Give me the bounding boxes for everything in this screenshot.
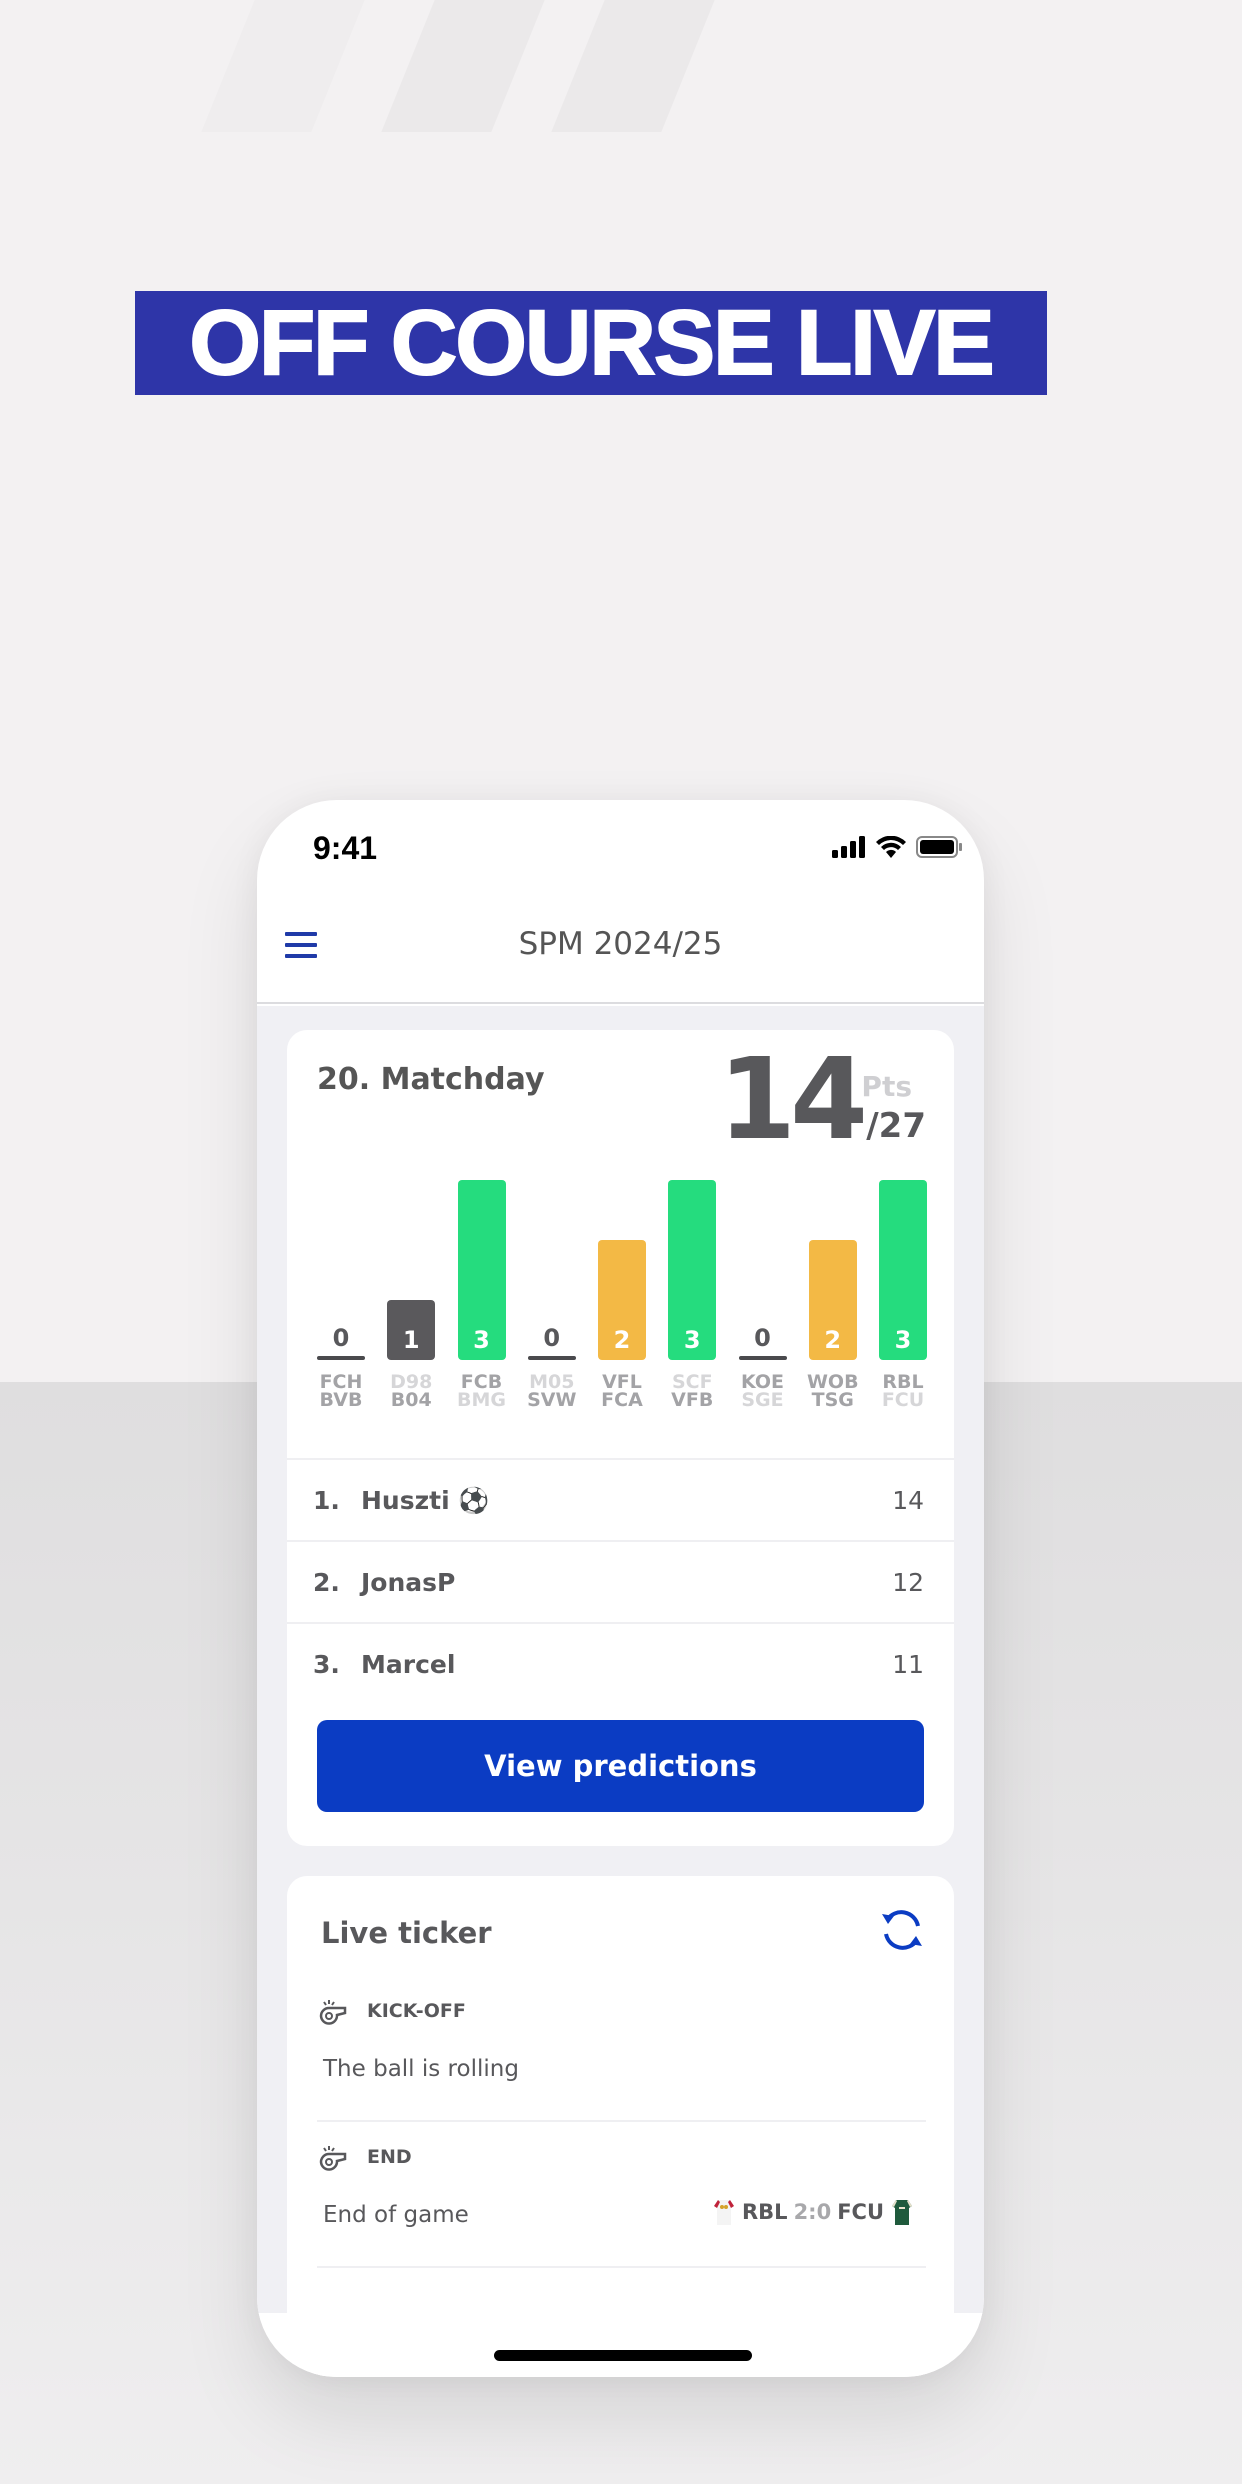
matchday-card: 20. Matchday 14 Pts /27 0 FCH BVB 1 D98 B04 3 F… <box>287 1030 954 1846</box>
ticker-event[interactable]: END End of game RBL 2:0 FCU <box>317 2122 926 2268</box>
status-time: 9:41 <box>313 830 378 866</box>
player-name: Marcel <box>361 1650 456 1679</box>
rank-number: 2. <box>313 1568 340 1597</box>
away-team-label: FCU <box>881 1389 925 1411</box>
signal-icon <box>832 836 865 858</box>
chart-bar: 2 <box>808 1240 857 1360</box>
ranking-row[interactable]: 2. JonasP 12 <box>287 1540 954 1622</box>
chart-bar: 3 <box>668 1180 717 1360</box>
away-team-label: SVW <box>527 1389 577 1411</box>
ticker-event[interactable]: KICK-OFF The ball is rolling <box>317 1976 926 2122</box>
brand-title: OFF COURSE LIVE <box>135 291 1047 395</box>
phone-frame: 9:41 SPM 2024/25 20. Matchday 14 Pts /27… <box>257 800 984 2377</box>
live-ticker-card: Live ticker KICK-OFF The ball is rolling E… <box>287 1876 954 2376</box>
event-type: KICK-OFF <box>367 2000 466 2022</box>
away-team-label: FCA <box>601 1389 643 1411</box>
rank-number: 3. <box>313 1650 340 1679</box>
chart-bar-label: 1 <box>402 1326 420 1354</box>
event-text: End of game <box>323 2202 469 2228</box>
chart-bar: 2 <box>598 1240 646 1360</box>
home-team: RBL <box>742 2200 788 2224</box>
away-jersey-icon <box>892 2200 912 2225</box>
whistle-icon <box>319 2146 347 2171</box>
chart-bar-column: 2 VFL FCA <box>598 1180 646 1450</box>
chart-bar: 1 <box>387 1300 436 1360</box>
matchday-points-chart: 0 FCH BVB 1 D98 B04 3 FCB BMG 0 M05 SVW 2 VFL FCA 3 SCF V… <box>317 1180 927 1450</box>
player-points: 11 <box>892 1650 924 1679</box>
chart-bar-column: 3 RBL FCU <box>879 1180 927 1450</box>
away-team-label: BMG <box>457 1389 506 1411</box>
points-value: 14 <box>718 1035 868 1165</box>
chart-bar-zero <box>527 1356 576 1360</box>
chart-bar-column: 2 WOB TSG <box>807 1180 859 1450</box>
chart-bar-label: 0 <box>332 1324 350 1352</box>
status-bar: 9:41 <box>257 800 984 890</box>
chart-bar-column: 3 SCF VFB <box>668 1180 717 1450</box>
away-team: FCU <box>837 2200 884 2224</box>
chart-bar: 3 <box>879 1180 927 1360</box>
wifi-icon <box>876 836 906 858</box>
chart-bar-column: 3 FCB BMG <box>457 1180 506 1450</box>
rank-number: 1. <box>313 1486 340 1515</box>
event-text: The ball is rolling <box>323 2056 519 2082</box>
chart-bar-label: 0 <box>754 1324 771 1352</box>
ranking-row[interactable]: 1. Huszti ⚽ 14 <box>287 1458 954 1540</box>
event-type: END <box>367 2146 412 2168</box>
away-team-label: TSG <box>811 1389 854 1411</box>
background-chevron <box>551 0 719 132</box>
away-team-label: BVB <box>319 1389 363 1411</box>
chart-bar-label: 3 <box>683 1326 701 1354</box>
player-points: 12 <box>892 1568 924 1597</box>
live-ticker-title: Live ticker <box>321 1916 492 1950</box>
match-result: RBL 2:0 FCU <box>712 2198 914 2226</box>
away-team-label: B04 <box>390 1389 432 1411</box>
player-name: JonasP <box>361 1568 456 1597</box>
final-score: 2:0 <box>793 2200 832 2224</box>
home-jersey-icon <box>714 2200 734 2225</box>
page-title: SPM 2024/25 <box>518 926 723 962</box>
points-summary: 14 Pts /27 <box>718 1040 926 1160</box>
view-predictions-button[interactable]: View predictions <box>317 1720 924 1812</box>
chart-bar-label: 3 <box>473 1326 490 1354</box>
battery-icon <box>916 836 962 858</box>
chart-bar-label: 0 <box>543 1324 561 1352</box>
chart-bar-column: 0 M05 SVW <box>527 1180 576 1450</box>
chart-bar-zero <box>738 1356 787 1360</box>
chart-bar-column: 0 KOE SGE <box>738 1180 787 1450</box>
ranking-row[interactable]: 3. Marcel 11 <box>287 1622 954 1704</box>
away-team-label: VFB <box>671 1389 714 1411</box>
player-points: 14 <box>892 1486 924 1515</box>
chart-bar-label: 3 <box>894 1326 912 1354</box>
chart-bar: 3 <box>457 1180 506 1360</box>
points-max: /27 <box>866 1106 926 1146</box>
background-chevron <box>381 0 549 132</box>
points-label: Pts <box>861 1070 912 1103</box>
navbar: SPM 2024/25 <box>257 890 984 1004</box>
content-area: 20. Matchday 14 Pts /27 0 FCH BVB 1 D98 B04 3 F… <box>257 1006 984 2376</box>
away-team-label: SGE <box>741 1389 784 1411</box>
matchday-title: 20. Matchday <box>317 1062 545 1097</box>
chart-bar-column: 1 D98 B04 <box>387 1180 436 1450</box>
whistle-icon <box>319 2000 347 2025</box>
player-name: Huszti ⚽ <box>361 1486 490 1515</box>
background-chevron <box>201 0 369 132</box>
chart-bar-label: 2 <box>613 1326 631 1354</box>
home-indicator[interactable] <box>494 2350 752 2361</box>
chart-bar-column: 0 FCH BVB <box>317 1180 365 1450</box>
chart-bar-zero <box>317 1356 365 1360</box>
chart-bar-label: 2 <box>824 1326 842 1354</box>
refresh-icon[interactable] <box>878 1906 926 1954</box>
